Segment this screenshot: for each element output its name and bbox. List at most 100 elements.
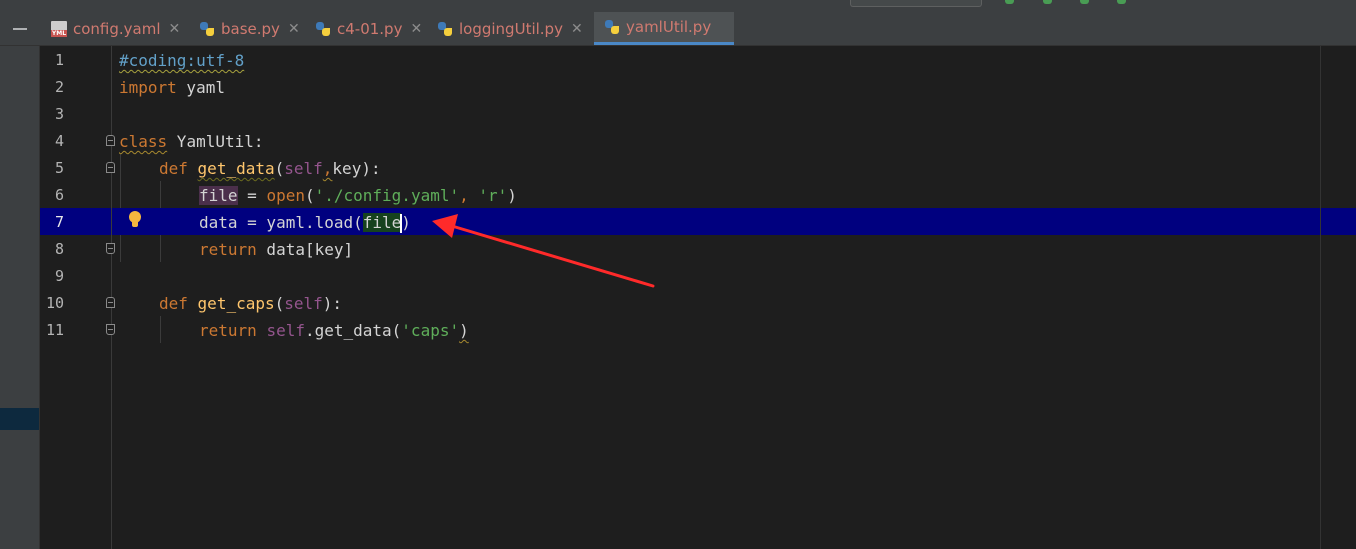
coverage-icon[interactable] (1117, 0, 1126, 4)
ide-window: config.yaml ✕ base.py ✕ c4-01.py ✕ loggi… (0, 0, 1356, 549)
fold-marker[interactable] (106, 135, 115, 146)
line-number: 11 (45, 321, 64, 339)
build-icon[interactable] (1005, 0, 1014, 4)
code-line-8[interactable]: return data[key] (199, 236, 353, 263)
string: 'r' (478, 186, 508, 205)
indent-guide (160, 316, 161, 343)
tab-menu-button[interactable] (0, 12, 40, 45)
line-number: 7 (54, 213, 64, 231)
comment: #coding:utf-8 (119, 51, 245, 70)
line-number: 1 (54, 51, 64, 69)
tab-label: yamlUtil.py (626, 18, 712, 36)
self-param: self (284, 294, 323, 313)
fold-marker[interactable] (106, 297, 115, 308)
code-text: ( (274, 294, 285, 313)
code-line-11[interactable]: return self.get_data('caps') (199, 317, 469, 344)
tab-yamlutil-py[interactable]: yamlUtil.py (594, 12, 734, 45)
keyword: return (199, 240, 257, 259)
menu-icon (13, 27, 27, 30)
python-file-icon (199, 21, 215, 37)
tab-label: c4-01.py (337, 19, 403, 38)
code-editor[interactable]: 1 2 3 4 5 6 7 8 9 10 11 #coding:utf-8 im… (40, 46, 1356, 549)
line-number: 2 (54, 78, 64, 96)
editor-tab-bar: config.yaml ✕ base.py ✕ c4-01.py ✕ loggi… (0, 12, 1356, 46)
close-icon[interactable]: ✕ (169, 21, 181, 37)
code-line-6[interactable]: file = open('./config.yaml', 'r') (199, 182, 517, 209)
tab-c4-01-py[interactable]: c4-01.py ✕ (305, 12, 425, 45)
code-text: data[key] (256, 240, 354, 259)
lightbulb-icon[interactable] (127, 210, 143, 230)
debug-icon[interactable] (1080, 0, 1089, 4)
variable-highlight: file (199, 186, 238, 205)
selected-tool-window[interactable] (0, 408, 39, 430)
code-line-5[interactable]: def get_data(self,key): (159, 155, 381, 182)
keyword: class (119, 132, 168, 151)
keyword: def (159, 159, 188, 178)
code-text: ) (459, 321, 469, 340)
code-text: : (253, 132, 264, 151)
code-line-1[interactable]: #coding:utf-8 (119, 47, 244, 74)
close-icon[interactable]: ✕ (571, 21, 583, 37)
tab-base-py[interactable]: base.py ✕ (189, 12, 303, 45)
right-margin-guide (1320, 46, 1321, 549)
close-icon[interactable]: ✕ (410, 21, 422, 37)
indent-guide (120, 235, 121, 262)
fold-marker[interactable] (106, 324, 115, 335)
code-text: ( (274, 159, 285, 178)
code-text: ( (304, 186, 315, 205)
code-line-4[interactable]: class YamlUtil: (119, 128, 264, 155)
function-name: get_caps (197, 294, 275, 313)
yaml-file-icon (51, 20, 67, 37)
fold-marker[interactable] (106, 162, 115, 173)
main-toolbar (0, 0, 1356, 12)
close-icon[interactable]: ✕ (288, 21, 300, 37)
python-file-icon (437, 21, 453, 37)
run-configuration-selector[interactable] (850, 0, 982, 7)
string: './config.yaml' (314, 186, 460, 205)
line-number: 9 (54, 267, 64, 285)
tool-window-strip (0, 46, 40, 549)
string: 'caps' (401, 321, 460, 340)
code-text: ) (401, 213, 411, 232)
line-number: 8 (54, 240, 64, 258)
tab-config-yaml[interactable]: config.yaml ✕ (41, 12, 187, 45)
code-line-10[interactable]: def get_caps(self): (159, 290, 342, 317)
python-file-icon (604, 19, 620, 35)
tab-label: config.yaml (73, 19, 161, 38)
indent-guide (120, 154, 121, 208)
line-number: 5 (54, 159, 64, 177)
line-number-gutter: 1 2 3 4 5 6 7 8 9 10 11 (40, 46, 110, 549)
line-number: 4 (54, 132, 64, 150)
code-text: .get_data( (304, 321, 402, 340)
line-number: 6 (54, 186, 64, 204)
code-text: ) (507, 186, 517, 205)
code-text: yaml (176, 78, 225, 97)
indent-guide (160, 235, 161, 262)
code-text: = (237, 186, 267, 205)
code-text: data = yaml.load( (199, 213, 363, 232)
indent-guide (160, 181, 161, 208)
tab-label: loggingUtil.py (459, 19, 563, 38)
self-param: self (284, 159, 323, 178)
variable-highlight: file (362, 213, 402, 232)
self-ref: self (266, 321, 305, 340)
code-text: , (322, 159, 333, 178)
keyword: return (199, 321, 257, 340)
function-name: get_data (197, 159, 275, 178)
line-number: 3 (54, 105, 64, 123)
code-text: , (459, 186, 479, 205)
class-name: YamlUtil (167, 132, 254, 151)
code-text: ): (322, 294, 343, 313)
tab-loggingutil-py[interactable]: loggingUtil.py ✕ (427, 12, 592, 45)
tab-label: base.py (221, 19, 280, 38)
param: key (332, 159, 362, 178)
code-line-2[interactable]: import yaml (119, 74, 225, 101)
keyword: def (159, 294, 188, 313)
keyword: import (119, 78, 177, 97)
code-line-7[interactable]: data = yaml.load(file) (199, 209, 411, 236)
line-number: 10 (45, 294, 64, 312)
code-text: ): (361, 159, 381, 178)
builtin: open (266, 186, 305, 205)
fold-marker[interactable] (106, 243, 115, 254)
run-icon[interactable] (1043, 0, 1052, 4)
